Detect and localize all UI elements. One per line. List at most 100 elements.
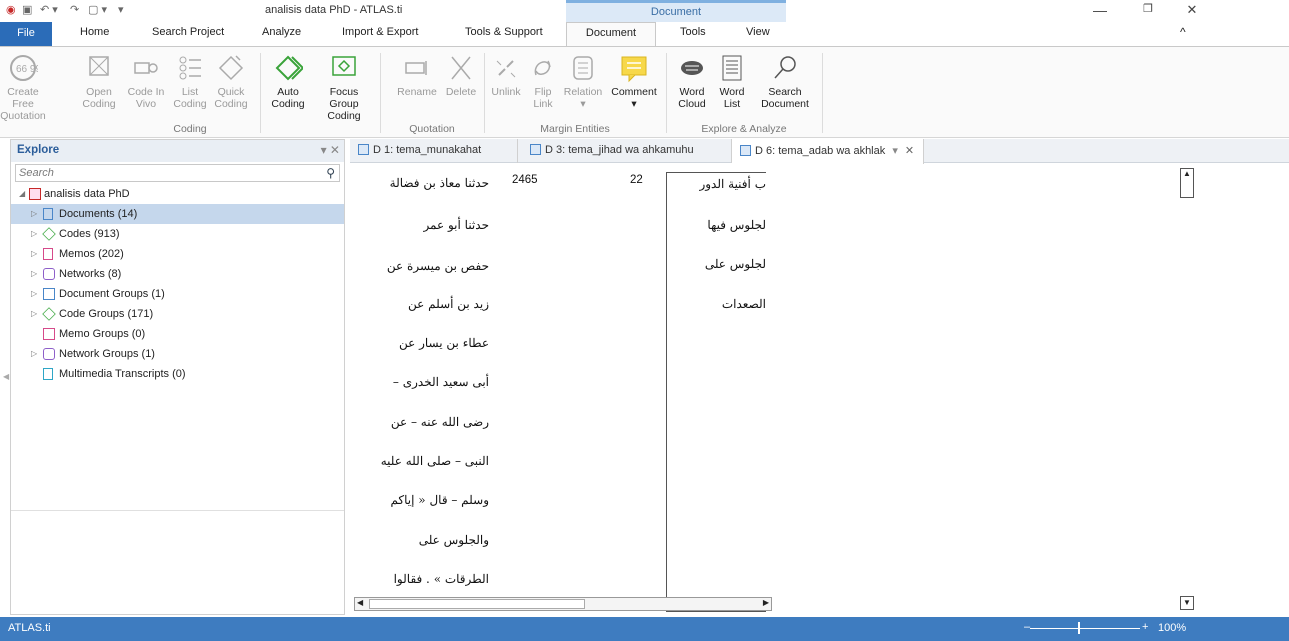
tab-import-export[interactable]: Import & Export: [342, 26, 418, 38]
word-list-button[interactable]: Word List: [714, 53, 750, 110]
unlink-button[interactable]: Unlink: [488, 53, 524, 98]
collapse-ribbon-icon[interactable]: ^: [1180, 25, 1186, 39]
word-list-icon: [722, 55, 742, 81]
scroll-down-icon[interactable]: ▼: [1183, 598, 1191, 607]
document-text-line[interactable]: أبى سعيد الخدرى –: [393, 375, 489, 389]
scroll-right-icon[interactable]: ▶: [763, 598, 769, 607]
expand-arrow-icon[interactable]: ▷: [31, 264, 37, 284]
auto-coding-button[interactable]: Auto Coding: [268, 53, 308, 110]
expand-arrow-icon[interactable]: ◢: [19, 184, 25, 204]
document-number[interactable]: 22: [630, 174, 643, 186]
document-view: حدثنا معاذ بن فضالة حدثنا أبو عمر حفص بن…: [350, 164, 1289, 615]
group-label-explore-analyze: Explore & Analyze: [701, 123, 787, 135]
list-coding-button[interactable]: List Coding: [172, 53, 208, 110]
search-input[interactable]: Search ⚲: [15, 164, 340, 182]
document-text-line[interactable]: رضى الله عنه – عن: [391, 415, 489, 429]
unlink-label: Unlink: [491, 86, 521, 98]
customize-quick-access-icon[interactable]: ▾: [118, 3, 124, 16]
tab-dropdown-icon[interactable]: ▾: [892, 145, 898, 157]
tree-item-multimedia-transcripts[interactable]: Multimedia Transcripts (0): [11, 364, 344, 384]
document-text-line[interactable]: النبى – صلى الله عليه: [381, 454, 489, 468]
flip-link-button[interactable]: Flip Link: [528, 53, 558, 110]
title-bar: ◉ ▣ ↶ ▾ ↷ ▢ ▾ ▾ analisis data PhD - ATLA…: [0, 0, 1289, 22]
save-icon[interactable]: ▣: [22, 3, 32, 16]
document-text-line[interactable]: حفص بن ميسرة عن: [387, 259, 489, 273]
project-root[interactable]: ◢ analisis data PhD: [11, 184, 344, 204]
redo-icon[interactable]: ↷: [70, 3, 79, 16]
restore-button[interactable]: ❐: [1133, 2, 1163, 15]
quick-coding-label-1: Quick: [217, 86, 245, 98]
tree-item-memos[interactable]: ▷ Memos (202): [11, 244, 344, 264]
tree-item-networks[interactable]: ▷ Networks (8): [11, 264, 344, 284]
expand-arrow-icon[interactable]: ▷: [31, 204, 37, 224]
tab-tools[interactable]: Tools: [680, 26, 706, 38]
expand-arrow-icon[interactable]: ▷: [31, 284, 37, 304]
tree-item-label: Network Groups (1): [59, 348, 155, 360]
splitter-arrow-icon[interactable]: ◀: [3, 372, 9, 381]
scroll-up-icon[interactable]: ▲: [1183, 169, 1191, 178]
tab-tools-support[interactable]: Tools & Support: [465, 26, 543, 38]
minimize-button[interactable]: —: [1085, 2, 1115, 18]
tree-item-codes[interactable]: ▷ Codes (913): [11, 224, 344, 244]
tab-document-d6[interactable]: D 6: tema_adab wa akhlak ▾ ✕: [732, 139, 924, 164]
delete-button[interactable]: Delete: [442, 53, 480, 98]
rename-button[interactable]: Rename: [396, 53, 438, 98]
scroll-left-icon[interactable]: ◀: [357, 598, 363, 607]
search-document-button[interactable]: Search Document: [756, 53, 814, 110]
document-text-line[interactable]: حدثنا معاذ بن فضالة: [390, 176, 489, 190]
word-cloud-button[interactable]: Word Cloud: [674, 53, 710, 110]
tree-item-document-groups[interactable]: ▷ Document Groups (1): [11, 284, 344, 304]
zoom-slider-thumb[interactable]: [1078, 622, 1080, 634]
tree-item-label: Documents (14): [59, 208, 138, 220]
tab-view[interactable]: View: [746, 26, 770, 38]
quick-coding-button[interactable]: Quick Coding: [212, 53, 250, 110]
expand-arrow-icon[interactable]: ▷: [31, 304, 37, 324]
close-button[interactable]: ✕: [1177, 2, 1207, 18]
zoom-out-icon[interactable]: –: [1024, 621, 1030, 633]
scroll-down-button[interactable]: ▼: [1180, 596, 1194, 610]
document-number[interactable]: 2465: [512, 174, 538, 186]
expand-arrow-icon[interactable]: ▷: [31, 344, 37, 364]
vertical-scrollbar[interactable]: ▲: [1180, 168, 1194, 198]
undo-icon[interactable]: ↶ ▾: [40, 3, 58, 16]
window-icon[interactable]: ▢ ▾: [88, 3, 107, 16]
document-text-line[interactable]: الطرقات » . فقالوا: [394, 572, 489, 586]
zoom-in-icon[interactable]: +: [1142, 621, 1148, 633]
code-in-vivo-button[interactable]: Code In Vivo: [126, 53, 166, 110]
tree-item-code-groups[interactable]: ▷ Code Groups (171): [11, 304, 344, 324]
tree-item-memo-groups[interactable]: Memo Groups (0): [11, 324, 344, 344]
document-text-line[interactable]: ب أفنية الدور: [699, 177, 766, 191]
expand-arrow-icon[interactable]: ▷: [31, 244, 37, 264]
create-free-quotation-button[interactable]: 66 99 Create Free Quotation: [0, 53, 46, 122]
document-text-line[interactable]: لجلوس فيها: [707, 218, 766, 232]
list-coding-icon: [179, 56, 201, 80]
tab-search-project[interactable]: Search Project: [152, 26, 224, 38]
comment-button[interactable]: Comment ▾: [608, 53, 660, 110]
horizontal-scrollbar[interactable]: ◀ ▶: [354, 597, 772, 611]
tree-item-label: Document Groups (1): [59, 288, 165, 300]
expand-arrow-icon[interactable]: ▷: [31, 224, 37, 244]
search-icon[interactable]: ⚲: [326, 166, 335, 180]
tab-document[interactable]: Document: [566, 22, 656, 47]
tab-file[interactable]: File: [0, 22, 52, 46]
tab-analyze[interactable]: Analyze: [262, 26, 301, 38]
tab-document-d3[interactable]: D 3: tema_jihad wa ahkamuhu: [522, 139, 732, 163]
tree-item-documents[interactable]: ▷ Documents (14): [11, 204, 344, 224]
tree-item-network-groups[interactable]: ▷ Network Groups (1): [11, 344, 344, 364]
tab-home[interactable]: Home: [80, 26, 109, 38]
relation-button[interactable]: Relation ▾: [562, 53, 604, 110]
document-text-line[interactable]: زيد بن أسلم عن: [408, 297, 489, 311]
document-text-line[interactable]: الصعدات: [722, 297, 766, 311]
close-tab-icon[interactable]: ✕: [905, 145, 914, 157]
document-text-line[interactable]: والجلوس على: [419, 533, 489, 547]
open-coding-button[interactable]: Open Coding: [80, 53, 118, 110]
focus-group-coding-button[interactable]: Focus Group Coding: [318, 53, 370, 122]
document-text-line[interactable]: عطاء بن يسار عن: [399, 336, 489, 350]
document-text-line[interactable]: حدثنا أبو عمر: [423, 218, 489, 232]
document-text-line[interactable]: لجلوس على: [705, 257, 766, 271]
zoom-slider[interactable]: [1030, 628, 1140, 629]
tab-document-d1[interactable]: D 1: tema_munakahat: [350, 139, 518, 163]
document-text-line[interactable]: وسلم – قال « إياكم: [390, 493, 489, 507]
panel-controls[interactable]: ▾ ✕: [321, 143, 340, 157]
scrollbar-thumb[interactable]: [369, 599, 585, 609]
